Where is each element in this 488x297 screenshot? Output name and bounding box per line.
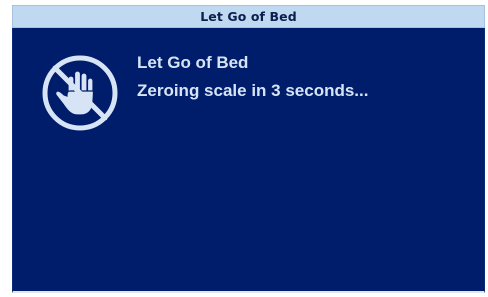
message-status: Zeroing scale in 3 seconds...	[137, 81, 369, 100]
window-title: Let Go of Bed	[200, 9, 297, 24]
window-titlebar: Let Go of Bed	[12, 5, 485, 28]
message-title: Let Go of Bed	[137, 53, 249, 72]
dialog-window: Let Go of Bed Let Go of Bed Zeroing scal…	[12, 5, 485, 293]
no-hand-icon	[42, 55, 118, 131]
message-panel: Let Go of Bed Zeroing scale in 3 seconds…	[12, 28, 485, 293]
